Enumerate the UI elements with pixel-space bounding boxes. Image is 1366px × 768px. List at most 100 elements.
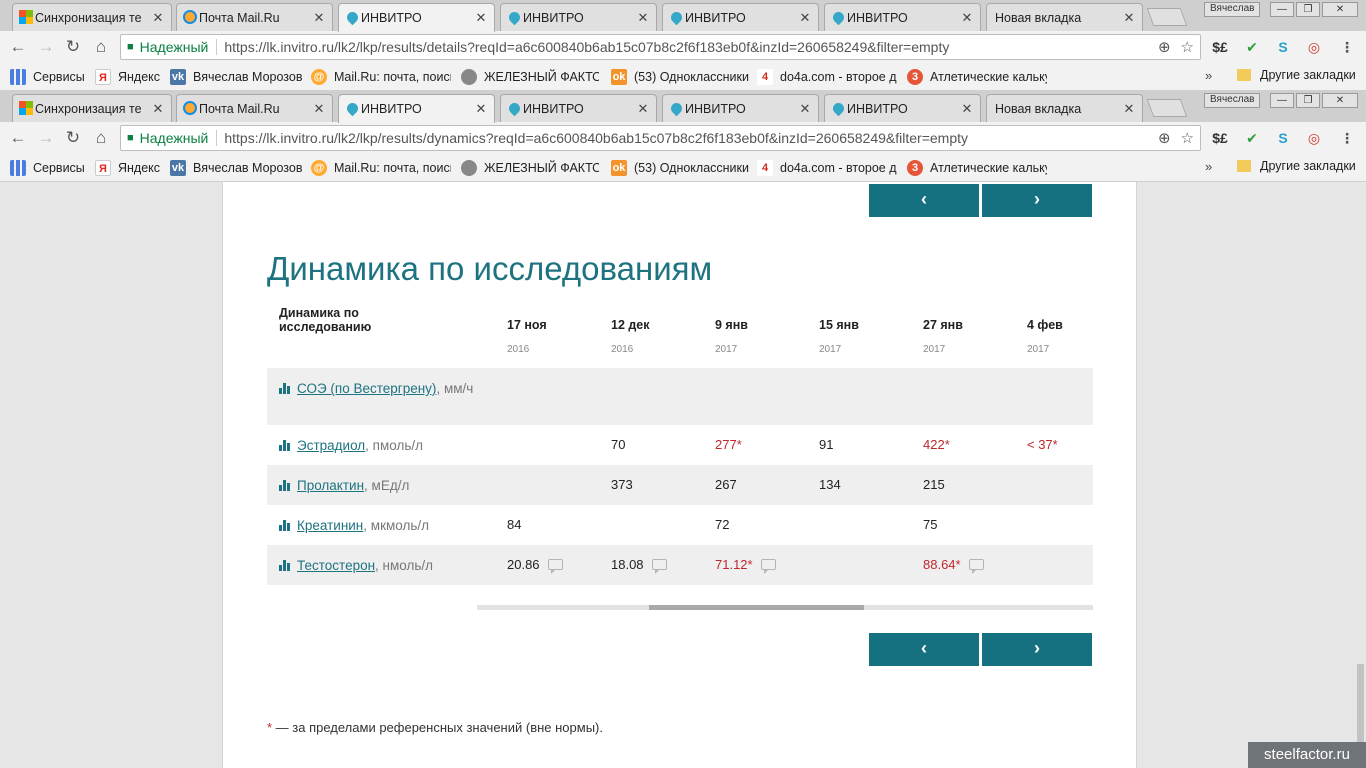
home-icon[interactable]: ⌂ bbox=[91, 37, 111, 57]
target-extension-icon[interactable]: ◎ bbox=[1305, 38, 1323, 56]
profile-button[interactable]: Вячеслав bbox=[1204, 2, 1261, 17]
zoom-icon[interactable]: ⊕ bbox=[1158, 38, 1171, 56]
back-icon[interactable]: ← bbox=[8, 128, 28, 148]
tab-invitro[interactable]: ИНВИТРО ✕ bbox=[824, 94, 981, 122]
tab-invitro[interactable]: ИНВИТРО ✕ bbox=[662, 94, 819, 122]
bookmark-vk[interactable]: vk Вячеслав Морозов bbox=[170, 68, 303, 86]
bookmark-steelfactor[interactable]: ЖЕЛЕЗНЫЙ ФАКТОР bbox=[461, 68, 599, 86]
minimize-button[interactable]: — bbox=[1270, 2, 1294, 17]
close-window-button[interactable]: ✕ bbox=[1322, 2, 1358, 17]
bookmark-services[interactable]: Сервисы bbox=[10, 159, 85, 177]
bar-chart-icon[interactable] bbox=[279, 520, 290, 531]
bookmark-yandex[interactable]: Я Яндекс bbox=[95, 159, 160, 177]
address-bar[interactable]: ■ Надежный https://lk.invitro.ru/lk2/lkp… bbox=[120, 125, 1201, 151]
close-icon[interactable]: ✕ bbox=[960, 101, 974, 117]
forward-icon[interactable]: → bbox=[36, 37, 56, 57]
bar-chart-icon[interactable] bbox=[279, 383, 290, 394]
close-icon[interactable]: ✕ bbox=[798, 10, 812, 26]
bookmark-yandex[interactable]: Я Яндекс bbox=[95, 68, 160, 86]
tab-invitro[interactable]: ИНВИТРО ✕ bbox=[500, 3, 657, 31]
new-tab-button[interactable] bbox=[1146, 8, 1188, 26]
reload-icon[interactable]: ↻ bbox=[63, 37, 83, 57]
close-icon[interactable]: ✕ bbox=[798, 101, 812, 117]
comment-icon[interactable] bbox=[968, 559, 984, 574]
close-icon[interactable]: ✕ bbox=[474, 10, 488, 26]
tab-mailru[interactable]: Почта Mail.Ru ✕ bbox=[176, 94, 333, 122]
close-icon[interactable]: ✕ bbox=[312, 101, 326, 117]
close-icon[interactable]: ✕ bbox=[1122, 10, 1136, 26]
tab-sync[interactable]: Синхронизация те ✕ bbox=[12, 3, 172, 31]
test-link[interactable]: СОЭ (по Вестергрену) bbox=[297, 381, 436, 396]
bookmark-odnoklassniki[interactable]: ok (53) Одноклассники bbox=[611, 68, 749, 86]
close-icon[interactable]: ✕ bbox=[151, 101, 165, 117]
menu-icon[interactable]: ⋮ bbox=[1338, 129, 1356, 147]
tab-new[interactable]: Новая вкладка ✕ bbox=[986, 94, 1143, 122]
star-icon[interactable]: ☆ bbox=[1181, 38, 1194, 56]
address-bar[interactable]: ■ Надежный https://lk.invitro.ru/lk2/lkp… bbox=[120, 34, 1201, 60]
tab-invitro[interactable]: ИНВИТРО ✕ bbox=[662, 3, 819, 31]
bookmark-services[interactable]: Сервисы bbox=[10, 68, 85, 86]
skype-icon[interactable]: S bbox=[1274, 38, 1292, 56]
tab-invitro-active[interactable]: ИНВИТРО ✕ bbox=[338, 3, 495, 32]
bookmark-steelfactor[interactable]: ЖЕЛЕЗНЫЙ ФАКТОР bbox=[461, 159, 599, 177]
bookmark-mailru[interactable]: @ Mail.Ru: почта, поиск bbox=[311, 68, 451, 86]
bookmark-vk[interactable]: vk Вячеслав Морозов bbox=[170, 159, 303, 177]
next-page-button[interactable]: › bbox=[982, 633, 1092, 666]
comment-icon[interactable] bbox=[760, 559, 776, 574]
close-icon[interactable]: ✕ bbox=[474, 101, 488, 117]
reload-icon[interactable]: ↻ bbox=[63, 128, 83, 148]
zoom-icon[interactable]: ⊕ bbox=[1158, 129, 1171, 147]
profile-button[interactable]: Вячеслав bbox=[1204, 93, 1261, 108]
bookmark-odnoklassniki[interactable]: ok (53) Одноклассники bbox=[611, 159, 749, 177]
test-link[interactable]: Тестостерон bbox=[297, 558, 375, 573]
bookmark-other[interactable]: Другие закладки bbox=[1237, 159, 1356, 173]
close-icon[interactable]: ✕ bbox=[151, 10, 165, 26]
horizontal-scrollbar[interactable] bbox=[477, 605, 1093, 610]
new-tab-button[interactable] bbox=[1146, 99, 1188, 117]
close-icon[interactable]: ✕ bbox=[312, 10, 326, 26]
next-page-button[interactable]: › bbox=[982, 184, 1092, 217]
url-text[interactable]: https://lk.invitro.ru/lk2/lkp/results/dy… bbox=[224, 130, 1148, 146]
scrollbar-thumb[interactable] bbox=[649, 605, 864, 610]
close-icon[interactable]: ✕ bbox=[960, 10, 974, 26]
prev-page-button[interactable]: ‹ bbox=[869, 184, 979, 217]
tab-invitro[interactable]: ИНВИТРО ✕ bbox=[824, 3, 981, 31]
currency-extension-icon[interactable]: $£ bbox=[1211, 38, 1229, 56]
chevron-right-icon[interactable]: » bbox=[1205, 159, 1212, 174]
bar-chart-icon[interactable] bbox=[279, 480, 290, 491]
close-window-button[interactable]: ✕ bbox=[1322, 93, 1358, 108]
test-link[interactable]: Пролактин bbox=[297, 478, 364, 493]
bar-chart-icon[interactable] bbox=[279, 560, 290, 571]
bookmark-do4a[interactable]: 4 do4a.com - второе д bbox=[757, 68, 897, 86]
tab-invitro-active[interactable]: ИНВИТРО ✕ bbox=[338, 94, 495, 123]
home-icon[interactable]: ⌂ bbox=[91, 128, 111, 148]
test-link[interactable]: Креатинин bbox=[297, 518, 363, 533]
maximize-button[interactable]: ❐ bbox=[1296, 93, 1320, 108]
comment-icon[interactable] bbox=[651, 559, 667, 574]
chevron-right-icon[interactable]: » bbox=[1205, 68, 1212, 83]
test-link[interactable]: Эстрадиол bbox=[297, 438, 365, 453]
tab-invitro[interactable]: ИНВИТРО ✕ bbox=[500, 94, 657, 122]
tab-mailru[interactable]: Почта Mail.Ru ✕ bbox=[176, 3, 333, 31]
skype-icon[interactable]: S bbox=[1274, 129, 1292, 147]
bar-chart-icon[interactable] bbox=[279, 440, 290, 451]
check-extension-icon[interactable]: ✔ bbox=[1243, 38, 1261, 56]
back-icon[interactable]: ← bbox=[8, 37, 28, 57]
star-icon[interactable]: ☆ bbox=[1181, 129, 1194, 147]
bookmark-calculators[interactable]: 3 Атлетические кальку bbox=[907, 159, 1047, 177]
prev-page-button[interactable]: ‹ bbox=[869, 633, 979, 666]
bookmark-other[interactable]: Другие закладки bbox=[1237, 68, 1356, 82]
bookmark-mailru[interactable]: @ Mail.Ru: почта, поиск bbox=[311, 159, 451, 177]
bookmark-calculators[interactable]: 3 Атлетические кальку bbox=[907, 68, 1047, 86]
menu-icon[interactable]: ⋮ bbox=[1338, 38, 1356, 56]
comment-icon[interactable] bbox=[547, 559, 563, 574]
close-icon[interactable]: ✕ bbox=[636, 10, 650, 26]
url-text[interactable]: https://lk.invitro.ru/lk2/lkp/results/de… bbox=[224, 39, 1148, 55]
maximize-button[interactable]: ❐ bbox=[1296, 2, 1320, 17]
minimize-button[interactable]: — bbox=[1270, 93, 1294, 108]
bookmark-do4a[interactable]: 4 do4a.com - второе д bbox=[757, 159, 897, 177]
tab-sync[interactable]: Синхронизация те ✕ bbox=[12, 94, 172, 122]
currency-extension-icon[interactable]: $£ bbox=[1211, 129, 1229, 147]
check-extension-icon[interactable]: ✔ bbox=[1243, 129, 1261, 147]
close-icon[interactable]: ✕ bbox=[636, 101, 650, 117]
